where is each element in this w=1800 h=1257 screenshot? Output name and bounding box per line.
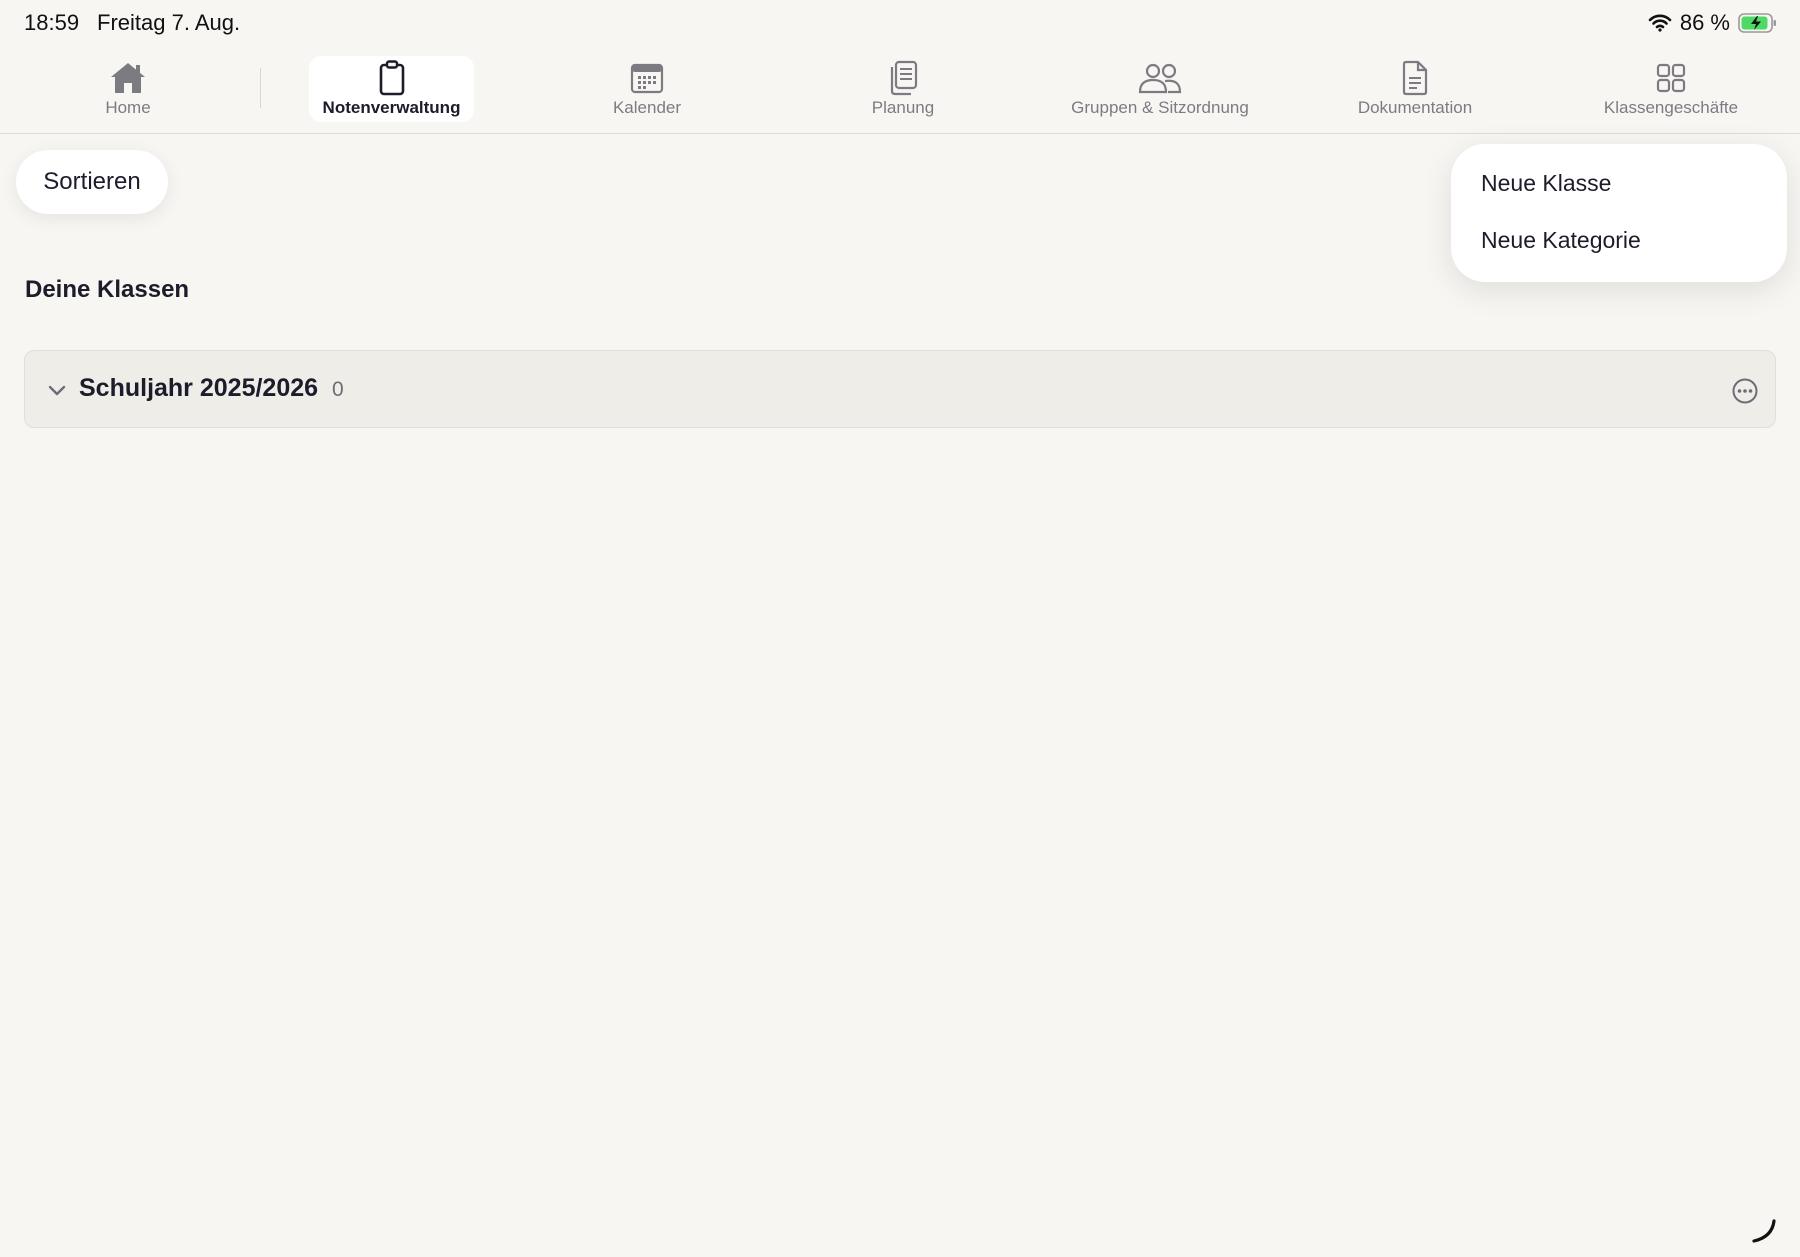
tab-label: Klassengeschäfte [1603,98,1739,117]
tab-label: Kalender [612,98,682,117]
section-title: Deine Klassen [25,276,190,303]
tab-bar: Home Notenverwaltung Kalender Planung Gr… [0,48,1800,134]
document-pages-icon [887,60,919,96]
status-date: Freitag 7. Aug. [97,10,241,35]
document-icon [1401,60,1429,96]
status-bar: 18:59 Freitag 7. Aug. 86 % [0,0,1800,48]
battery-charging-icon [1738,12,1778,34]
clipboard-icon [378,60,406,96]
tab-planung[interactable]: Planung [853,56,953,122]
battery-percentage: 86 % [1679,10,1730,35]
chevron-down-icon[interactable] [45,378,69,402]
tab-label: Notenverwaltung [322,98,461,117]
status-indicators: 86 % [1648,10,1778,36]
more-options-icon[interactable] [1731,377,1759,405]
tab-home[interactable]: Home [86,56,170,122]
tab-notenverwaltung[interactable]: Notenverwaltung [309,56,474,122]
tab-label: Home [105,98,151,117]
tab-gruppen-sitzordnung[interactable]: Gruppen & Sitzordnung [1062,56,1258,122]
add-menu-popover: Neue Klasse Neue Kategorie [1451,144,1787,282]
status-time: 18:59 [24,10,80,35]
tab-label: Dokumentation [1357,98,1473,117]
sort-button[interactable]: Sortieren [16,150,168,214]
grid-icon [1655,60,1687,96]
school-year-title: Schuljahr 2025/2026 [79,374,319,402]
tab-separator [260,68,261,108]
house-icon [109,60,147,96]
tab-label: Gruppen & Sitzordnung [1071,98,1249,117]
wifi-icon [1648,14,1672,32]
school-year-row[interactable]: Schuljahr 2025/2026 0 [24,350,1776,428]
people-icon [1138,60,1182,96]
tab-kalender[interactable]: Kalender [592,56,702,122]
class-count-badge: 0 [332,378,344,401]
tab-label: Planung [871,98,935,117]
pointer-corner-icon [1750,1217,1778,1245]
tab-klassengeschaefte[interactable]: Klassengeschäfte [1595,56,1747,122]
menu-item-neue-kategorie[interactable]: Neue Kategorie [1481,227,1641,254]
menu-item-neue-klasse[interactable]: Neue Klasse [1481,170,1611,197]
tab-dokumentation[interactable]: Dokumentation [1350,56,1480,122]
calendar-icon [630,60,664,96]
